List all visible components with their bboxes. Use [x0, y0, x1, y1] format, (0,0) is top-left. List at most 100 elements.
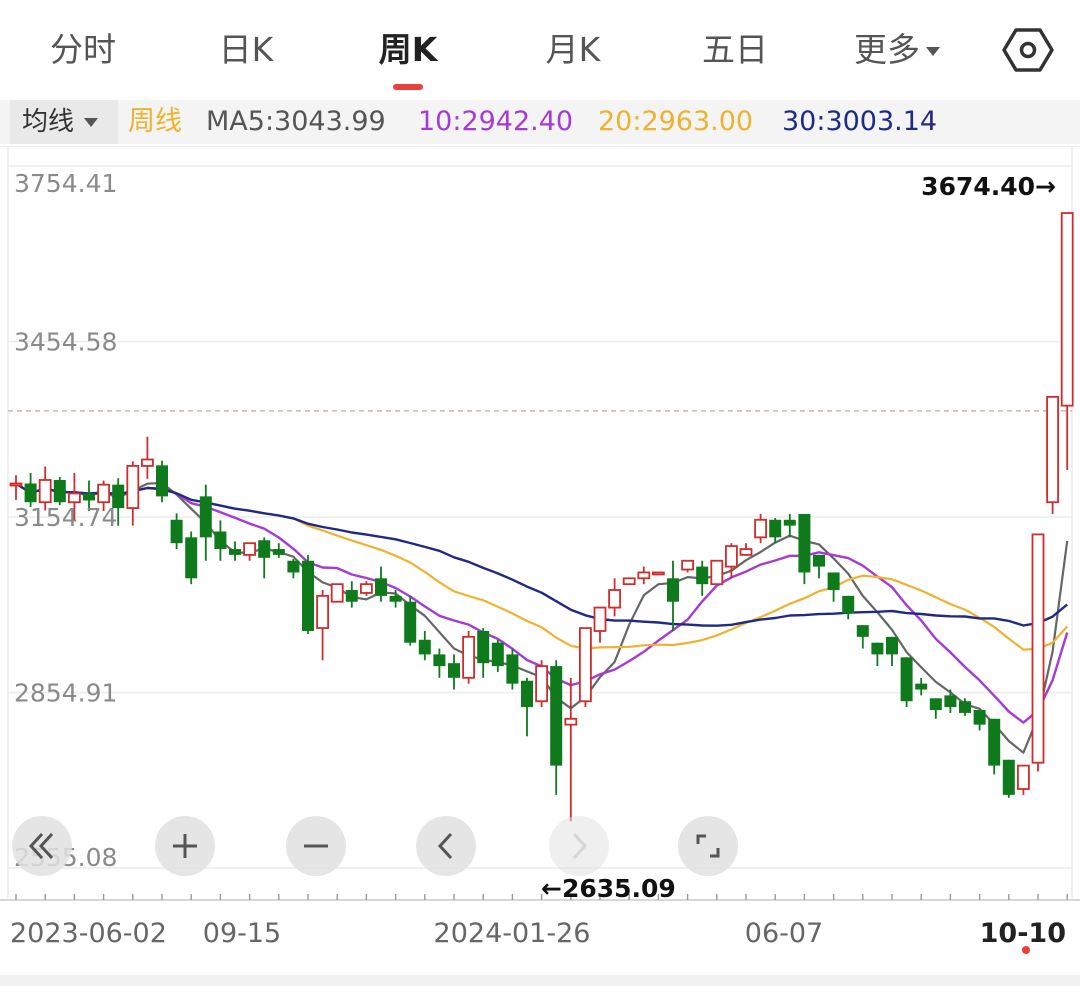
candle-down	[272, 543, 285, 558]
candle-up	[637, 566, 651, 585]
candle-body	[272, 549, 285, 555]
chevron-down-icon	[926, 47, 940, 56]
step-back-button[interactable]	[416, 816, 476, 876]
candle-body	[1031, 533, 1045, 764]
candle-down	[418, 630, 431, 661]
candle-body	[97, 483, 110, 504]
candle-up	[1060, 212, 1074, 471]
ma5-value: MA5:3043.99	[206, 106, 386, 137]
candle-body	[433, 654, 446, 667]
x-axis-label: 09-15	[203, 918, 281, 949]
candle-body	[375, 578, 387, 596]
ma30-value: 30:3003.14	[782, 106, 938, 137]
candle-body	[739, 548, 753, 556]
y-axis-label: 3754.41	[14, 169, 117, 198]
minus-icon	[304, 844, 328, 848]
candle-down	[375, 566, 387, 602]
x-axis-label: 10-10	[980, 918, 1066, 949]
candle-body	[404, 601, 417, 643]
candle-up	[126, 461, 140, 526]
chevron-left-icon	[437, 832, 453, 860]
candle-body	[389, 595, 402, 602]
candle-body	[667, 578, 679, 602]
tab-daily-k[interactable]: 日K	[181, 28, 311, 72]
candle-body	[330, 583, 344, 603]
candle-body	[68, 492, 81, 504]
candle-body	[900, 657, 913, 702]
candle-body	[886, 636, 898, 655]
candle-body	[199, 496, 212, 538]
ma-type-selector[interactable]: 均线	[10, 100, 118, 144]
tab-monthly-k[interactable]: 月K	[508, 28, 638, 72]
zoom-out-button[interactable]	[286, 816, 346, 876]
candle-body	[988, 718, 1001, 766]
candle-down	[156, 460, 168, 503]
candle-body	[652, 571, 665, 576]
candle-body	[9, 482, 23, 487]
candle-body	[944, 695, 957, 708]
ma30-line	[15, 482, 1068, 627]
fullscreen-button[interactable]	[678, 816, 738, 876]
candle-up	[330, 583, 344, 603]
candle-body	[418, 639, 431, 655]
candle-body	[316, 594, 330, 629]
candle-body	[462, 635, 476, 679]
candle-up	[593, 606, 607, 643]
candle-up	[535, 660, 548, 708]
candle-body	[593, 606, 607, 632]
candle-body	[959, 701, 971, 713]
fast-back-button[interactable]	[12, 816, 72, 876]
candle-body	[521, 680, 533, 708]
candle-down	[170, 513, 183, 550]
active-tab-indicator	[393, 84, 423, 90]
candle-body	[53, 479, 66, 503]
candle-up	[754, 513, 767, 544]
tab-weekly-k[interactable]: 周K	[343, 28, 473, 72]
candle-body	[477, 630, 490, 664]
candle-up	[359, 581, 373, 596]
candle-down	[696, 560, 709, 596]
candle-body	[637, 571, 651, 580]
candle-body	[140, 458, 154, 467]
tab-five-day[interactable]: 五日	[670, 28, 800, 72]
candle-down	[521, 677, 533, 737]
plus-icon	[173, 834, 197, 858]
candle-body	[38, 479, 52, 504]
candle-body	[1017, 764, 1030, 790]
x-axis-label: 2024-01-26	[434, 918, 591, 949]
candle-body	[550, 666, 563, 766]
candle-down	[433, 648, 446, 678]
candle-up	[1017, 764, 1030, 795]
settings-hexagon-icon	[1002, 28, 1054, 72]
candle-body	[856, 625, 869, 637]
candle-up	[681, 559, 694, 573]
tab-more[interactable]: 更多	[832, 28, 962, 72]
candle-up	[579, 627, 592, 708]
candle-down	[24, 472, 37, 507]
candle-body	[1046, 395, 1059, 504]
candle-down	[448, 654, 460, 690]
candle-body	[842, 595, 855, 614]
candle-up	[316, 590, 330, 661]
candle-down	[199, 484, 212, 561]
y-axis-label: 2854.91	[14, 679, 117, 708]
bottom-divider	[0, 975, 1080, 986]
candle-up	[243, 542, 257, 561]
candle-down	[506, 648, 519, 690]
zoom-in-button[interactable]	[155, 816, 215, 876]
step-forward-button[interactable]	[549, 816, 609, 876]
tab-intraday[interactable]: 分时	[18, 28, 148, 72]
candle-body	[243, 542, 257, 556]
candle-down	[491, 639, 504, 672]
candle-body	[783, 519, 796, 526]
settings-button[interactable]	[1000, 24, 1056, 76]
fullscreen-icon	[696, 834, 720, 858]
chevron-right-icon	[572, 832, 588, 860]
candle-body	[696, 566, 709, 585]
tab-more-label: 更多	[854, 30, 920, 69]
candle-body	[725, 545, 738, 568]
candle-up	[608, 578, 621, 617]
x-axis-label: 06-07	[745, 918, 823, 949]
candle-body	[506, 654, 519, 684]
candle-down	[1002, 759, 1015, 798]
